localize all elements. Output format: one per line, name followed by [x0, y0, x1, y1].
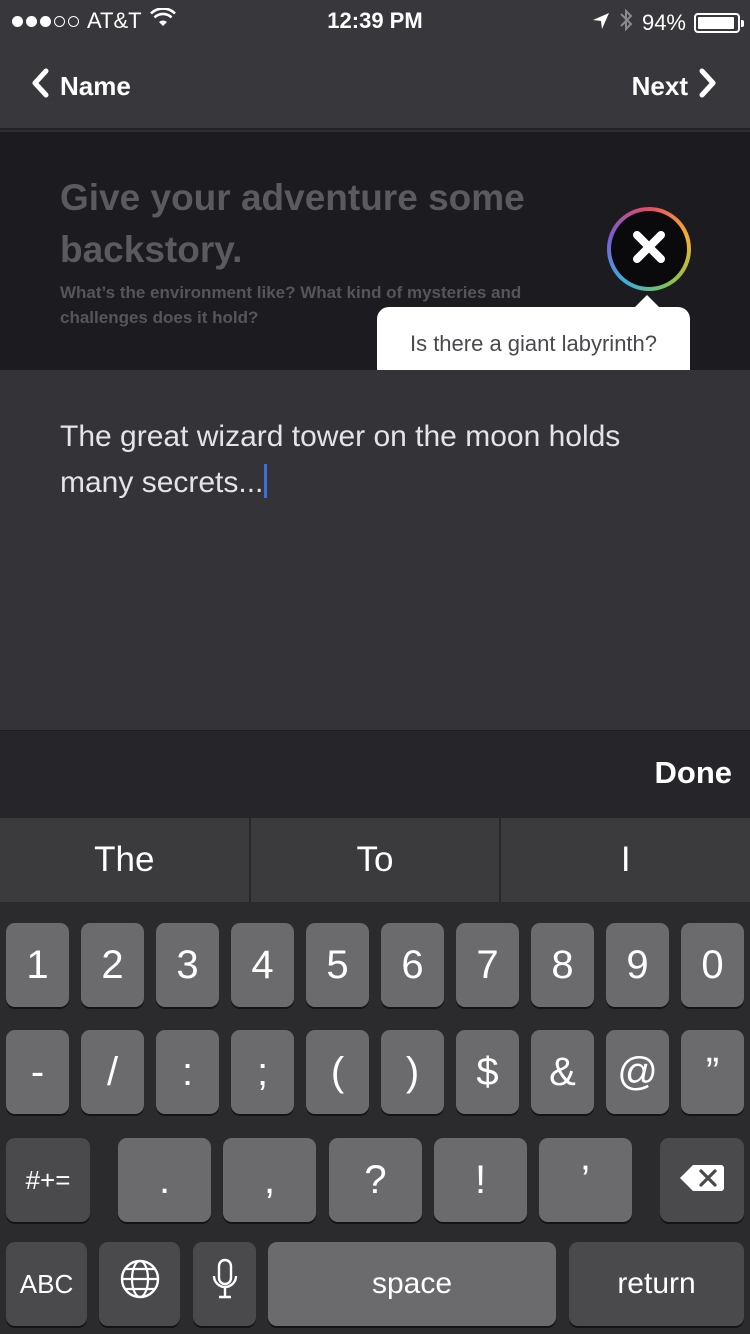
battery-fill	[698, 17, 734, 29]
key-exclamation[interactable]: !	[434, 1138, 527, 1222]
battery-icon	[694, 13, 744, 33]
key-slash[interactable]: /	[81, 1030, 144, 1114]
back-label: Name	[60, 71, 131, 101]
key-semicolon[interactable]: ;	[231, 1030, 294, 1114]
microphone-icon	[211, 1258, 239, 1310]
globe-key[interactable]	[99, 1242, 180, 1326]
prediction-1[interactable]: The	[0, 818, 251, 902]
next-button[interactable]: Next	[632, 68, 718, 105]
status-bar: AT&T 12:39 PM 94%	[0, 0, 750, 40]
key-7[interactable]: 7	[456, 923, 519, 1007]
key-0[interactable]: 0	[681, 923, 744, 1007]
abc-key[interactable]: ABC	[6, 1242, 87, 1326]
delete-key[interactable]	[660, 1138, 744, 1222]
nav-bar: Name Next	[0, 40, 750, 130]
next-label: Next	[631, 71, 688, 101]
close-hint-button[interactable]	[607, 207, 691, 291]
key-2[interactable]: 2	[81, 923, 144, 1007]
close-icon	[631, 229, 667, 270]
key-dollar[interactable]: $	[456, 1030, 519, 1114]
key-period[interactable]: .	[118, 1138, 211, 1222]
backstory-editor[interactable]: The great wizard tower on the moon holds…	[0, 370, 750, 730]
key-open-paren[interactable]: (	[306, 1030, 369, 1114]
key-5[interactable]: 5	[306, 923, 369, 1007]
prediction-3[interactable]: I	[501, 818, 750, 902]
text-caret	[264, 464, 268, 498]
keyboard: The To I 1 2 3 4 5 6 7 8 9 0 - / : ; ( )…	[0, 818, 750, 1334]
key-comma[interactable]: ,	[223, 1138, 316, 1222]
key-4[interactable]: 4	[231, 923, 294, 1007]
key-ampersand[interactable]: &	[531, 1030, 594, 1114]
key-apostrophe[interactable]: ’	[539, 1138, 632, 1222]
globe-icon	[119, 1258, 161, 1310]
return-key[interactable]: return	[569, 1242, 744, 1326]
symbols-toggle-key[interactable]: #+=	[6, 1138, 90, 1222]
backspace-icon	[679, 1158, 725, 1203]
key-hyphen[interactable]: -	[6, 1030, 69, 1114]
key-3[interactable]: 3	[156, 923, 219, 1007]
key-6[interactable]: 6	[381, 923, 444, 1007]
prediction-2[interactable]: To	[251, 818, 502, 902]
chevron-left-icon	[30, 68, 50, 105]
close-button-inner	[611, 211, 687, 287]
space-key[interactable]: space	[268, 1242, 556, 1326]
status-right: 94%	[592, 8, 744, 38]
key-close-paren[interactable]: )	[381, 1030, 444, 1114]
key-1[interactable]: 1	[6, 923, 69, 1007]
key-quote[interactable]: ”	[681, 1030, 744, 1114]
back-button[interactable]: Name	[30, 68, 131, 105]
key-8[interactable]: 8	[531, 923, 594, 1007]
done-button[interactable]: Done	[655, 755, 733, 791]
key-question[interactable]: ?	[329, 1138, 422, 1222]
battery-percent: 94%	[641, 10, 686, 35]
backstory-value: The great wizard tower on the moon holds…	[60, 420, 621, 499]
keyboard-accessory-bar: Done	[0, 730, 750, 818]
bluetooth-icon	[618, 8, 634, 38]
key-at[interactable]: @	[606, 1030, 669, 1114]
key-colon[interactable]: :	[156, 1030, 219, 1114]
backstory-text[interactable]: The great wizard tower on the moon holds…	[60, 414, 700, 506]
chevron-right-icon	[698, 68, 718, 105]
dictation-key[interactable]	[193, 1242, 256, 1326]
location-icon	[592, 10, 610, 36]
predictive-bar: The To I	[0, 818, 750, 902]
prompt-title: Give your adventure some backstory.	[60, 177, 525, 270]
key-9[interactable]: 9	[606, 923, 669, 1007]
